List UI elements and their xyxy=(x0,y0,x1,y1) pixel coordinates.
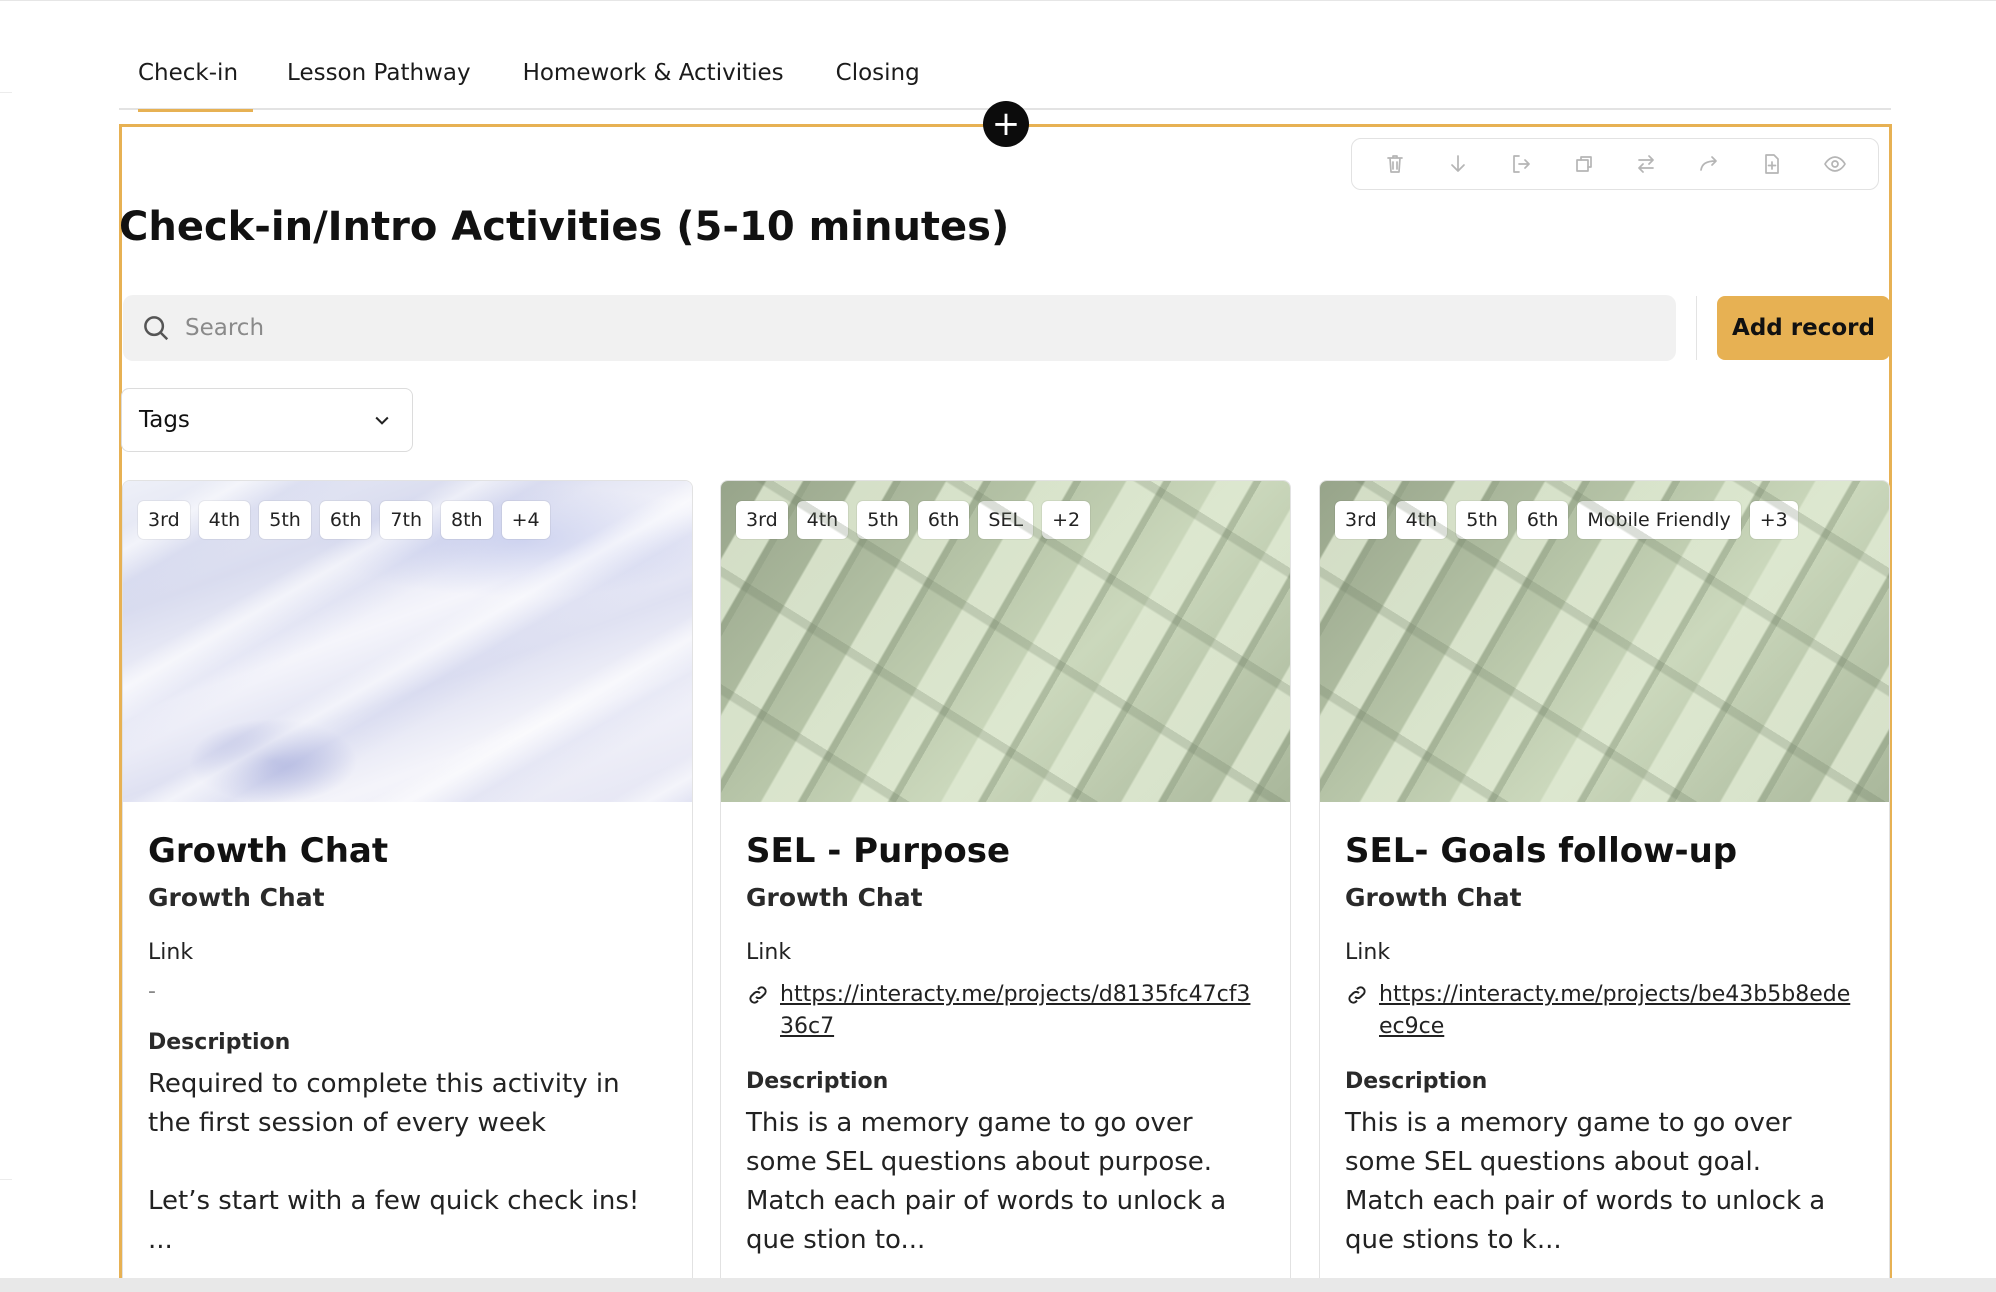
card-subtitle: Growth Chat xyxy=(148,883,325,912)
card-cover-image: 3rd 4th 5th 6th SEL +2 xyxy=(721,481,1290,802)
tag-chip: 8th xyxy=(441,501,493,539)
tab-homework-activities[interactable]: Homework & Activities xyxy=(490,52,803,110)
page: Check-in Lesson Pathway Homework & Activ… xyxy=(0,0,1996,1292)
record-card[interactable]: 3rd 4th 5th 6th 7th 8th +4 Growth Chat G… xyxy=(122,480,693,1292)
tags-filter-label: Tags xyxy=(139,407,190,433)
link-row: https://interacty.me/projects/d8135fc47c… xyxy=(746,979,1264,1043)
link-row: https://interacty.me/projects/be43b5b8ed… xyxy=(1345,979,1863,1043)
tag-chips: 3rd 4th 5th 6th SEL +2 xyxy=(736,501,1091,539)
more-tags-chip[interactable]: +3 xyxy=(1749,501,1798,539)
search-icon xyxy=(144,316,169,341)
card-title: SEL - Purpose xyxy=(746,831,1011,871)
divider xyxy=(1696,296,1697,360)
eye-icon[interactable] xyxy=(1820,149,1850,179)
tag-chip: 3rd xyxy=(736,501,788,539)
tag-chip: 5th xyxy=(857,501,909,539)
block-toolbar xyxy=(1351,138,1879,190)
link-label: Link xyxy=(746,940,792,965)
swap-icon[interactable] xyxy=(1631,149,1661,179)
tag-chip: 5th xyxy=(1456,501,1508,539)
more-tags-chip[interactable]: +2 xyxy=(1042,501,1091,539)
tag-chip: 5th xyxy=(259,501,311,539)
record-card[interactable]: 3rd 4th 5th 6th Mobile Friendly +3 SEL- … xyxy=(1319,480,1890,1292)
tab-closing[interactable]: Closing xyxy=(803,52,939,110)
tab-lesson-pathway[interactable]: Lesson Pathway xyxy=(253,52,490,110)
description-label: Description xyxy=(746,1069,889,1094)
arrow-down-icon[interactable] xyxy=(1443,149,1473,179)
card-title: SEL- Goals follow-up xyxy=(1345,831,1738,871)
tab-check-in[interactable]: Check-in xyxy=(119,52,254,112)
project-link[interactable]: https://interacty.me/projects/d8135fc47c… xyxy=(780,979,1264,1043)
card-subtitle: Growth Chat xyxy=(1345,883,1522,912)
card-cover-image: 3rd 4th 5th 6th 7th 8th +4 xyxy=(123,481,692,802)
card-description: Required to complete this activity in th… xyxy=(148,1069,640,1255)
tag-chip: 7th xyxy=(380,501,433,539)
duplicate-icon[interactable] xyxy=(1569,149,1599,179)
search-bar[interactable] xyxy=(123,295,1676,361)
record-card[interactable]: 3rd 4th 5th 6th SEL +2 SEL - Purpose Gro… xyxy=(720,480,1291,1292)
search-input[interactable] xyxy=(185,315,1585,341)
tag-chip: Mobile Friendly xyxy=(1577,501,1741,539)
top-divider xyxy=(0,0,1996,1)
tag-chip: 6th xyxy=(917,501,970,539)
move-out-icon[interactable] xyxy=(1506,149,1536,179)
redo-icon[interactable] xyxy=(1694,149,1724,179)
left-gutter xyxy=(0,92,12,1180)
card-description: This is a memory game to go over some SE… xyxy=(746,1108,1227,1255)
tags-filter-dropdown[interactable]: Tags xyxy=(121,388,413,452)
description-label: Description xyxy=(148,1030,291,1055)
project-link[interactable]: https://interacty.me/projects/be43b5b8ed… xyxy=(1379,979,1863,1043)
section-title: Check-in/Intro Activities (5-10 minutes) xyxy=(119,204,1010,250)
link-empty-value: - xyxy=(148,979,156,1004)
more-tags-chip[interactable]: +4 xyxy=(501,501,550,539)
tag-chips: 3rd 4th 5th 6th Mobile Friendly +3 xyxy=(1335,501,1798,539)
tag-chip: 6th xyxy=(319,501,372,539)
tag-chip: 3rd xyxy=(138,501,190,539)
chevron-down-icon xyxy=(375,416,389,425)
add-block-button[interactable]: + xyxy=(983,101,1029,147)
add-page-icon[interactable] xyxy=(1757,149,1787,179)
link-label: Link xyxy=(148,940,194,965)
description-label: Description xyxy=(1345,1069,1488,1094)
tag-chip: 4th xyxy=(198,501,251,539)
bottom-scroll-bar xyxy=(0,1278,1996,1292)
tag-chip: 4th xyxy=(1395,501,1448,539)
trash-icon[interactable] xyxy=(1380,149,1410,179)
link-icon xyxy=(1348,986,1366,1004)
tag-chip: 6th xyxy=(1516,501,1569,539)
tag-chips: 3rd 4th 5th 6th 7th 8th +4 xyxy=(138,501,550,539)
card-cover-image: 3rd 4th 5th 6th Mobile Friendly +3 xyxy=(1320,481,1889,802)
link-icon xyxy=(749,986,767,1004)
tag-chip: 3rd xyxy=(1335,501,1387,539)
card-description: This is a memory game to go over some SE… xyxy=(1345,1108,1826,1255)
tag-chip: SEL xyxy=(978,501,1034,539)
add-record-button[interactable]: Add record xyxy=(1717,296,1890,360)
tag-chip: 4th xyxy=(796,501,849,539)
link-label: Link xyxy=(1345,940,1391,965)
card-subtitle: Growth Chat xyxy=(746,883,923,912)
card-title: Growth Chat xyxy=(148,831,389,871)
